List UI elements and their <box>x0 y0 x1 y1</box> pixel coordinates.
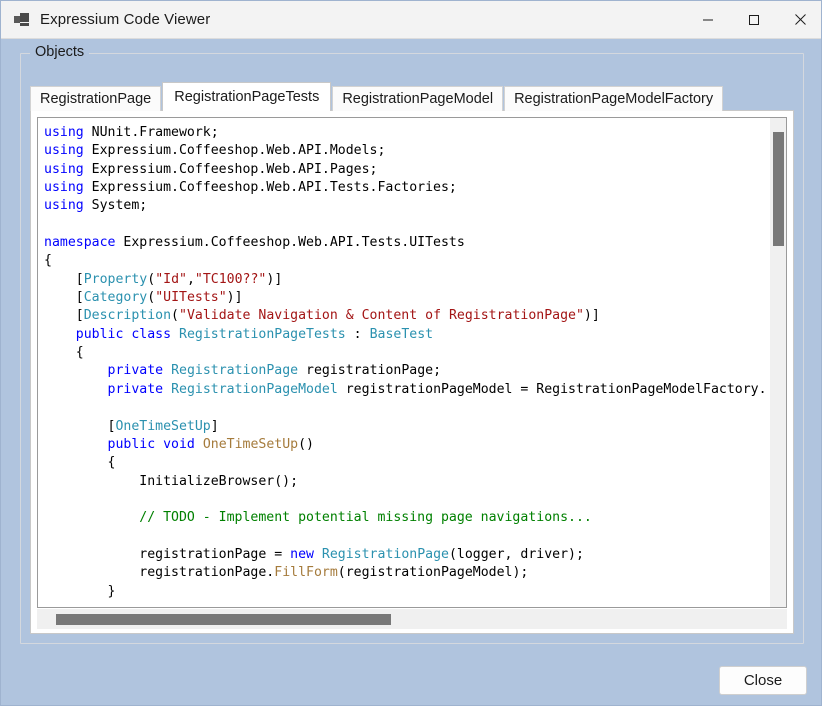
objects-tab-control: RegistrationPage RegistrationPageTests R… <box>30 82 794 634</box>
tab-registrationpage[interactable]: RegistrationPage <box>30 86 162 111</box>
code-line: [OneTimeSetUp] <box>44 418 219 434</box>
code-line: [Category("UITests")] <box>44 290 243 306</box>
code-line: { <box>44 455 116 471</box>
code-line: registrationPage = new RegistrationPage(… <box>44 546 584 562</box>
minimize-icon[interactable] <box>685 1 731 38</box>
code-line: [Property("Id","TC100??")] <box>44 271 283 287</box>
code-editor: using NUnit.Framework; using Expressium.C… <box>37 117 787 608</box>
tab-strip: RegistrationPage RegistrationPageTests R… <box>30 82 724 111</box>
tab-page-content: using NUnit.Framework; using Expressium.C… <box>30 110 794 634</box>
code-viewer-window: Expressium Code Viewer Objects Registrat… <box>0 0 822 706</box>
code-line: registrationPage.FillForm(registrationPa… <box>44 565 529 581</box>
title-bar: Expressium Code Viewer <box>1 1 821 39</box>
window-controls <box>685 1 821 38</box>
code-line: { <box>44 253 52 269</box>
tab-registrationpagemodelfactory[interactable]: RegistrationPageModelFactory <box>504 86 724 111</box>
tab-registrationpagemodel[interactable]: RegistrationPageModel <box>332 86 504 111</box>
close-button[interactable]: Close <box>719 666 807 695</box>
close-icon[interactable] <box>777 1 821 38</box>
maximize-icon[interactable] <box>731 1 777 38</box>
objects-groupbox: Objects RegistrationPage RegistrationPag… <box>20 44 804 644</box>
code-line: using Expressium.Coffeeshop.Web.API.Page… <box>44 161 378 177</box>
code-text-area[interactable]: using NUnit.Framework; using Expressium.C… <box>38 118 769 607</box>
code-line: using NUnit.Framework; <box>44 125 219 140</box>
code-line: private RegistrationPage registrationPag… <box>107 363 442 379</box>
code-line: private RegistrationPageModel registrati… <box>107 381 767 397</box>
code-line: using System; <box>44 198 148 214</box>
code-line: using Expressium.Coffeeshop.Web.API.Mode… <box>44 143 386 159</box>
code-line: [Description("Validate Navigation & Cont… <box>44 308 600 324</box>
vertical-scrollbar-thumb[interactable] <box>773 132 784 246</box>
code-line: // TODO - Implement potential missing pa… <box>44 510 592 526</box>
window-title: Expressium Code Viewer <box>40 11 211 28</box>
code-line: public class RegistrationPageTests : Bas… <box>75 326 434 342</box>
horizontal-scrollbar-thumb[interactable] <box>56 614 391 625</box>
groupbox-legend: Objects <box>30 44 90 60</box>
tab-registrationpagetests[interactable]: RegistrationPageTests <box>162 82 332 111</box>
code-line: InitializeBrowser(); <box>44 473 299 489</box>
horizontal-scrollbar[interactable] <box>37 609 787 629</box>
app-window-icon <box>14 12 30 28</box>
code-line: namespace Expressium.Coffeeshop.Web.API.… <box>44 235 465 251</box>
code-line: public void OneTimeSetUp() <box>107 436 314 452</box>
code-line: } <box>44 583 116 599</box>
source-code: using NUnit.Framework; using Expressium.C… <box>44 124 769 601</box>
vertical-scrollbar[interactable] <box>769 118 786 607</box>
code-line: using Expressium.Coffeeshop.Web.API.Test… <box>44 180 457 196</box>
code-line: { <box>44 345 84 361</box>
